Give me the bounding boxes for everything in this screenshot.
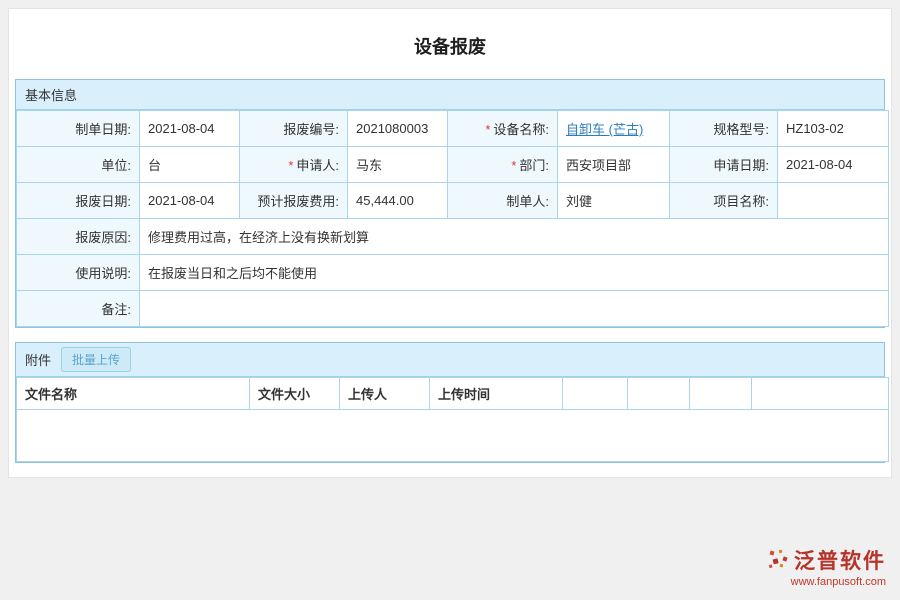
field-value-remark	[140, 291, 889, 327]
field-value-spec-model: HZ103-02	[778, 111, 889, 147]
field-label-usage-note: 使用说明:	[17, 255, 140, 291]
required-mark: *	[485, 122, 490, 137]
field-value-equipment-name: 自卸车 (芒古)	[558, 111, 670, 147]
field-label-department: *部门:	[448, 147, 558, 183]
basic-info-row-6: 备注:	[17, 291, 889, 327]
attachments-section-header: 附件 批量上传	[16, 343, 884, 377]
attachments-header-row: 文件名称 文件大小 上传人 上传时间	[17, 378, 889, 410]
col-uploader: 上传人	[340, 378, 430, 410]
field-label-project-name: 项目名称:	[670, 183, 778, 219]
attachments-table: 文件名称 文件大小 上传人 上传时间	[16, 377, 889, 462]
col-file-size: 文件大小	[250, 378, 340, 410]
col-empty-4	[752, 378, 889, 410]
basic-info-section-header: 基本信息	[16, 80, 884, 110]
field-label-maker: 制单人:	[448, 183, 558, 219]
attachments-section: 附件 批量上传 文件名称 文件大小 上传人 上传时间	[15, 342, 885, 463]
required-mark: *	[511, 158, 516, 173]
col-file-name: 文件名称	[17, 378, 250, 410]
attachments-empty-area	[17, 410, 889, 462]
field-value-project-name	[778, 183, 889, 219]
field-value-apply-date: 2021-08-04	[778, 147, 889, 183]
field-label-applicant: *申请人:	[240, 147, 348, 183]
basic-info-section: 基本信息 制单日期: 2021-08-04 报废编号: 2021080003 *…	[15, 79, 885, 328]
col-empty-1	[563, 378, 628, 410]
field-value-scrap-no: 2021080003	[348, 111, 448, 147]
field-value-applicant: 马东	[348, 147, 448, 183]
field-label-make-date: 制单日期:	[17, 111, 140, 147]
field-value-department: 西安项目部	[558, 147, 670, 183]
attachments-empty-row	[17, 410, 889, 462]
col-empty-2	[628, 378, 690, 410]
form-panel: 设备报废 基本信息 制单日期: 2021-08-04 报废编号: 2021080…	[8, 8, 892, 478]
brand-url: www.fanpusoft.com	[767, 576, 886, 588]
field-label-spec-model: 规格型号:	[670, 111, 778, 147]
field-label-remark: 备注:	[17, 291, 140, 327]
field-label-unit: 单位:	[17, 147, 140, 183]
batch-upload-button[interactable]: 批量上传	[61, 347, 131, 372]
brand-name: 泛普软件	[794, 545, 886, 575]
basic-info-table: 制单日期: 2021-08-04 报废编号: 2021080003 *设备名称:…	[16, 110, 889, 327]
basic-info-row-5: 使用说明: 在报废当日和之后均不能使用	[17, 255, 889, 291]
field-label-apply-date: 申请日期:	[670, 147, 778, 183]
field-label-scrap-reason: 报废原因:	[17, 219, 140, 255]
field-value-make-date: 2021-08-04	[140, 111, 240, 147]
field-value-usage-note: 在报废当日和之后均不能使用	[140, 255, 889, 291]
col-upload-time: 上传时间	[430, 378, 563, 410]
brand-logo: 泛普软件 www.fanpusoft.com	[767, 545, 886, 588]
equipment-name-link[interactable]: 自卸车 (芒古)	[566, 122, 643, 137]
field-label-equipment-name: *设备名称:	[448, 111, 558, 147]
page-title: 设备报废	[15, 9, 885, 79]
field-value-scrap-reason: 修理费用过高，在经济上没有换新划算	[140, 219, 889, 255]
basic-info-row-4: 报废原因: 修理费用过高，在经济上没有换新划算	[17, 219, 889, 255]
brand-icon	[767, 549, 789, 571]
required-mark: *	[288, 158, 293, 173]
field-value-unit: 台	[140, 147, 240, 183]
field-label-estimated-cost: 预计报废费用:	[240, 183, 348, 219]
field-label-scrap-no: 报废编号:	[240, 111, 348, 147]
basic-info-row-1: 制单日期: 2021-08-04 报废编号: 2021080003 *设备名称:…	[17, 111, 889, 147]
basic-info-row-2: 单位: 台 *申请人: 马东 *部门: 西安项目部 申请日期: 2021-08-…	[17, 147, 889, 183]
field-label-scrap-date: 报废日期:	[17, 183, 140, 219]
attachments-title: 附件	[25, 350, 51, 369]
field-value-maker: 刘健	[558, 183, 670, 219]
field-value-scrap-date: 2021-08-04	[140, 183, 240, 219]
field-value-estimated-cost: 45,444.00	[348, 183, 448, 219]
col-empty-3	[690, 378, 752, 410]
basic-info-row-3: 报废日期: 2021-08-04 预计报废费用: 45,444.00 制单人: …	[17, 183, 889, 219]
